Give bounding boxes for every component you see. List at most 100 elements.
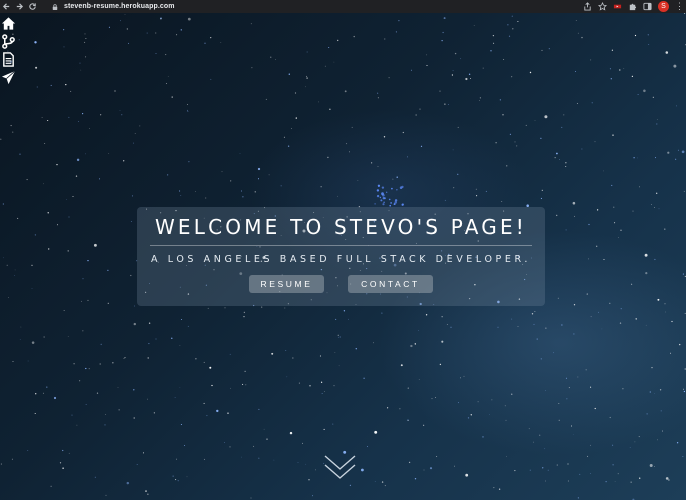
resume-nav-item[interactable]	[0, 51, 16, 68]
scroll-down-button[interactable]	[322, 453, 358, 483]
star-cluster-point	[383, 201, 385, 204]
star	[511, 15, 513, 17]
star	[229, 446, 231, 448]
star	[258, 457, 260, 459]
star	[534, 311, 536, 312]
star	[41, 117, 43, 119]
reload-icon	[29, 3, 36, 10]
star	[165, 83, 167, 85]
star-cluster-point	[382, 193, 385, 197]
star	[572, 434, 574, 435]
star	[664, 228, 666, 230]
star	[648, 44, 650, 45]
star	[554, 157, 556, 159]
star	[76, 158, 80, 162]
star	[540, 358, 542, 360]
star	[126, 481, 130, 485]
star	[531, 313, 534, 315]
lock-icon	[52, 2, 60, 11]
star	[493, 42, 495, 44]
star	[244, 370, 246, 372]
puzzle-extensions-icon[interactable]	[628, 2, 637, 11]
star	[179, 386, 181, 388]
star	[548, 48, 550, 50]
reload-button[interactable]	[26, 0, 39, 13]
star	[147, 398, 148, 400]
star	[0, 138, 2, 140]
star	[452, 149, 454, 151]
star	[652, 96, 654, 98]
star	[229, 353, 231, 355]
star	[503, 58, 505, 61]
star	[479, 100, 480, 101]
contact-button[interactable]: CONTACT	[348, 275, 433, 293]
star	[148, 322, 151, 324]
star	[418, 379, 420, 380]
sidebar-panel-icon[interactable]	[643, 2, 652, 11]
profile-avatar[interactable]: S	[658, 1, 669, 12]
bookmark-star-icon[interactable]	[598, 2, 607, 11]
star	[540, 197, 542, 199]
resume-button[interactable]: RESUME	[249, 275, 324, 293]
star	[220, 42, 222, 43]
star	[56, 163, 58, 166]
star	[160, 17, 162, 20]
address-bar[interactable]: stevenb-resume.herokuapp.com	[52, 1, 592, 12]
star	[545, 480, 546, 482]
star	[209, 366, 212, 369]
star	[511, 393, 513, 395]
star	[547, 469, 549, 471]
star	[579, 473, 581, 475]
star	[619, 69, 621, 71]
star	[544, 448, 546, 450]
star	[643, 89, 646, 93]
hero-title: WELCOME TO STEVO'S PAGE!	[154, 215, 528, 239]
star	[617, 237, 619, 238]
star	[590, 59, 592, 61]
home-nav-item[interactable]	[0, 15, 16, 32]
star	[587, 455, 589, 457]
star	[275, 58, 276, 60]
star	[242, 196, 244, 198]
more-menu-icon[interactable]: ⋮	[675, 2, 684, 11]
forward-button[interactable]	[13, 0, 26, 13]
star	[165, 54, 167, 56]
share-icon[interactable]	[583, 2, 592, 11]
star	[184, 444, 186, 446]
star	[558, 419, 560, 421]
star	[266, 438, 268, 440]
star	[107, 269, 109, 272]
star	[263, 428, 265, 430]
star-cluster-point	[380, 199, 383, 202]
star	[187, 325, 189, 327]
paper-plane-icon	[1, 70, 15, 85]
url-text[interactable]: stevenb-resume.herokuapp.com	[64, 3, 175, 10]
star	[304, 86, 306, 88]
star	[48, 248, 50, 250]
star	[46, 386, 48, 388]
star	[540, 137, 542, 139]
star	[609, 416, 611, 419]
star	[108, 26, 110, 28]
star	[338, 365, 340, 367]
star	[68, 116, 70, 118]
star	[676, 105, 677, 107]
extension-red-icon[interactable]	[613, 2, 622, 11]
star	[529, 469, 531, 471]
star	[42, 392, 45, 394]
star	[611, 49, 614, 51]
projects-nav-item[interactable]	[0, 33, 16, 50]
contact-nav-item[interactable]	[0, 69, 16, 86]
back-button[interactable]	[0, 0, 13, 13]
star	[243, 316, 245, 318]
star	[418, 330, 419, 331]
star	[82, 113, 84, 115]
star	[68, 452, 70, 454]
star	[337, 334, 339, 336]
star-cluster-point	[376, 189, 380, 192]
star	[634, 34, 637, 37]
star	[572, 201, 576, 205]
star-cluster-point	[396, 189, 398, 191]
star	[505, 419, 507, 421]
star	[470, 414, 472, 416]
